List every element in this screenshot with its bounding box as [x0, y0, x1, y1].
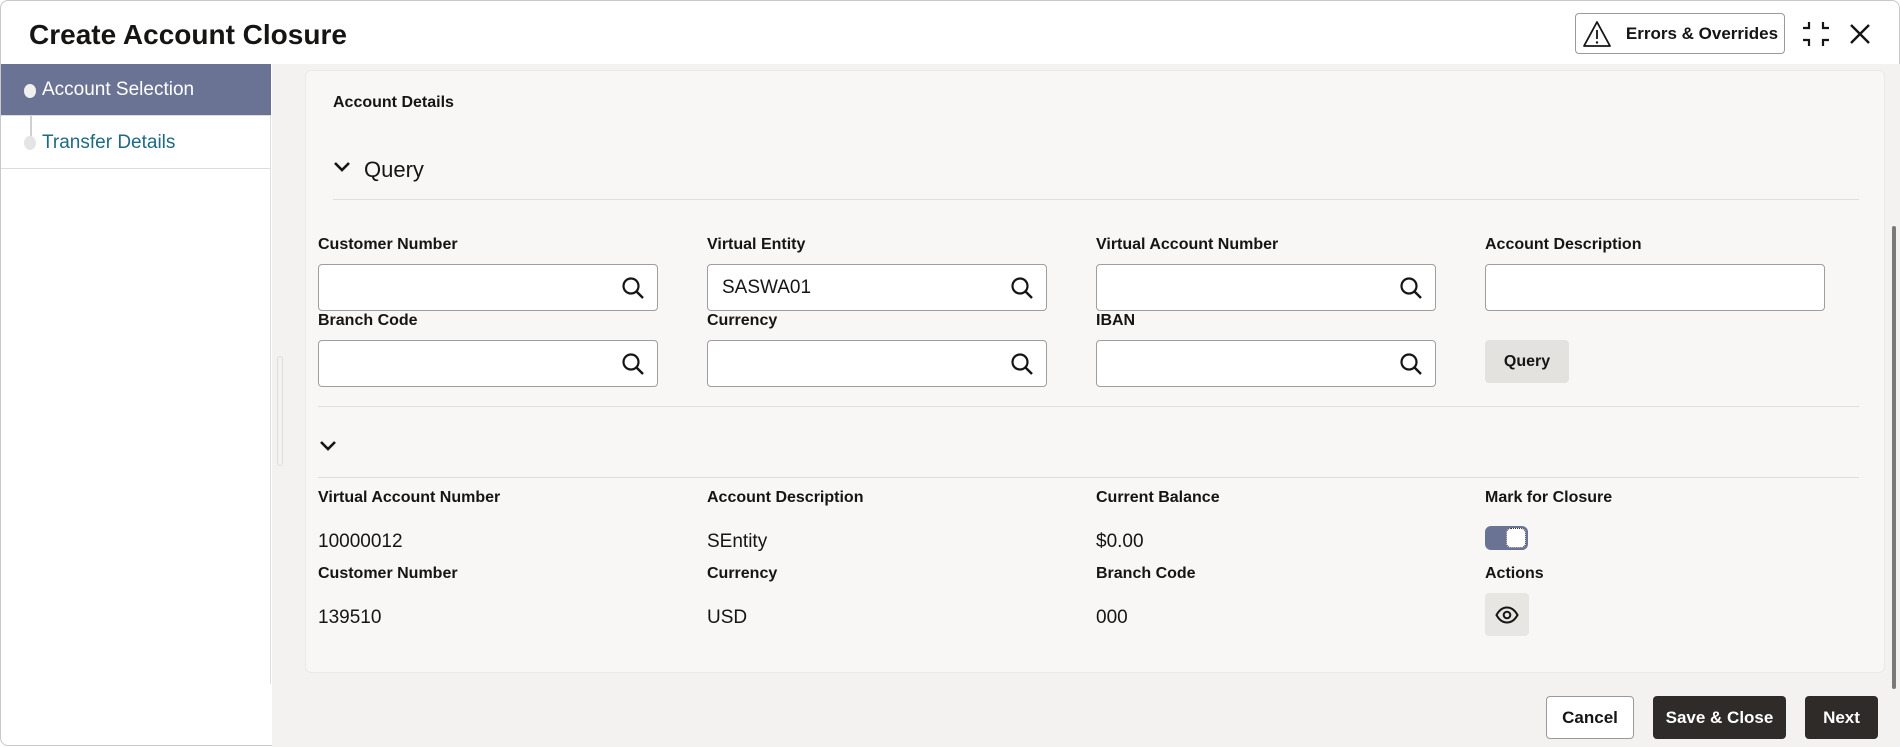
branch-code-label: Branch Code	[318, 312, 418, 329]
result-account-description-value: SEntity	[707, 531, 768, 552]
page-title: Create Account Closure	[29, 19, 347, 50]
query-button[interactable]: Query	[1485, 340, 1569, 383]
result-branch-code-value: 000	[1096, 607, 1128, 628]
sidebar-item-account-selection[interactable]: Account Selection	[1, 64, 271, 116]
virtual-entity-value: SASWA01	[722, 276, 812, 298]
search-icon[interactable]	[1399, 276, 1423, 300]
cancel-button[interactable]: Cancel	[1546, 696, 1634, 739]
search-icon[interactable]	[1010, 352, 1034, 376]
iban-label: IBAN	[1096, 312, 1136, 329]
virtual-account-number-label: Virtual Account Number	[1096, 236, 1279, 253]
virtual-account-number-input[interactable]	[1096, 264, 1436, 311]
search-icon[interactable]	[1010, 276, 1034, 300]
view-button[interactable]	[1485, 593, 1529, 636]
sidebar: Account Selection Transfer Details	[1, 64, 271, 684]
result-virtual-account-number-label: Virtual Account Number	[318, 489, 501, 506]
virtual-entity-label: Virtual Entity	[707, 236, 806, 253]
iban-input[interactable]	[1096, 340, 1436, 387]
search-icon[interactable]	[621, 352, 645, 376]
sidebar-item-label: Transfer Details	[42, 131, 176, 153]
chevron-down-icon[interactable]	[319, 440, 337, 452]
currency-input[interactable]	[707, 340, 1047, 387]
result-currency-value: USD	[707, 607, 748, 628]
errors-overrides-label: Errors & Overrides	[1625, 23, 1779, 43]
toggle-knob	[1506, 528, 1526, 548]
save-close-button[interactable]: Save & Close	[1653, 696, 1786, 739]
result-virtual-account-number-value: 10000012	[318, 531, 403, 552]
actions-label: Actions	[1485, 565, 1544, 582]
result-customer-number-value: 139510	[318, 607, 382, 628]
account-description-label: Account Description	[1485, 236, 1642, 253]
query-section-title: Query	[364, 157, 424, 182]
scrollbar[interactable]	[1892, 226, 1896, 689]
result-customer-number-label: Customer Number	[318, 565, 458, 582]
collapse-icon[interactable]	[1802, 20, 1830, 48]
account-description-input[interactable]	[1485, 264, 1825, 311]
chevron-down-icon[interactable]	[333, 161, 351, 173]
result-account-description-label: Account Description	[707, 489, 864, 506]
eye-icon	[1495, 605, 1519, 624]
result-currency-label: Currency	[707, 565, 778, 582]
mark-for-closure-label: Mark for Closure	[1485, 489, 1613, 506]
customer-number-input[interactable]	[318, 264, 658, 311]
sidebar-item-transfer-details[interactable]: Transfer Details	[1, 117, 271, 169]
customer-number-label: Customer Number	[318, 236, 458, 253]
divider	[318, 406, 1859, 407]
divider	[318, 477, 1859, 478]
mark-for-closure-toggle[interactable]	[1485, 526, 1528, 550]
currency-label: Currency	[707, 312, 778, 329]
errors-overrides-button[interactable]: Errors & Overrides	[1575, 13, 1785, 54]
close-icon[interactable]	[1848, 22, 1872, 46]
search-icon[interactable]	[1399, 352, 1423, 376]
side-scrollbar[interactable]	[277, 356, 283, 466]
current-balance-value: $0.00	[1096, 531, 1144, 552]
result-branch-code-label: Branch Code	[1096, 565, 1196, 582]
step-dot-icon	[24, 84, 36, 98]
next-button[interactable]: Next	[1805, 696, 1878, 739]
virtual-entity-input[interactable]: SASWA01	[707, 264, 1047, 311]
current-balance-label: Current Balance	[1096, 489, 1220, 506]
branch-code-input[interactable]	[318, 340, 658, 387]
step-dot-icon	[24, 136, 36, 150]
sidebar-item-label: Account Selection	[42, 78, 195, 100]
warning-icon	[1583, 20, 1611, 47]
divider	[333, 199, 1859, 200]
section-title: Account Details	[333, 94, 454, 111]
search-icon[interactable]	[621, 276, 645, 300]
